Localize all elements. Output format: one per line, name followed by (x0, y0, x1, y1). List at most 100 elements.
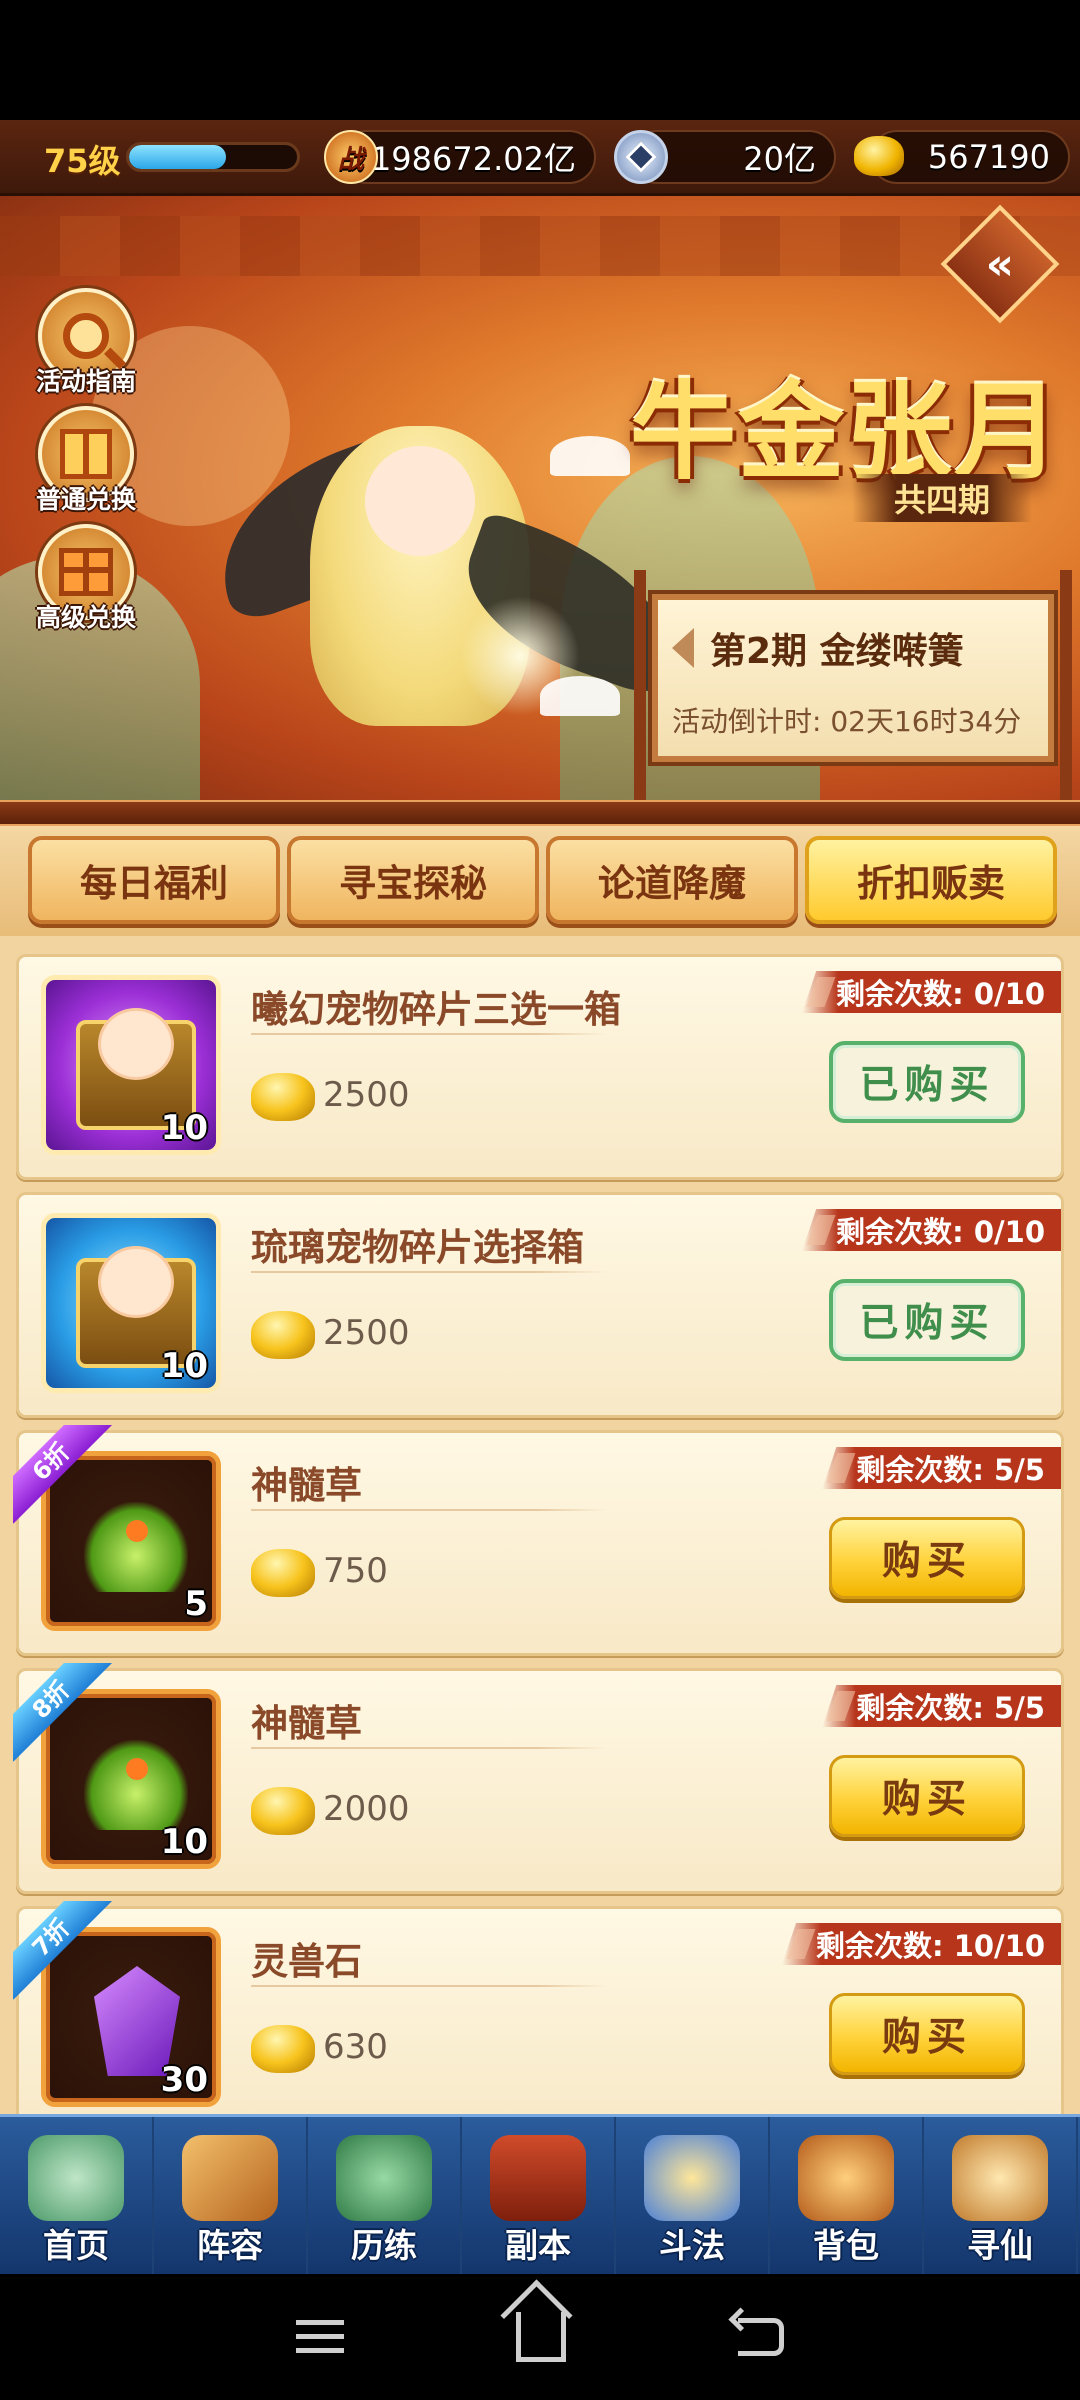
item-price: 2500 (323, 1075, 410, 1115)
item-name: 琉璃宠物碎片选择箱 (251, 1226, 584, 1269)
combat-power-value: 198672.02亿 (370, 140, 576, 178)
nav-lineup[interactable]: 阵容 (154, 2117, 308, 2277)
item-price: 630 (323, 2027, 388, 2067)
buy-button[interactable]: 购买 (829, 1517, 1025, 1599)
system-nav-bar (0, 2274, 1080, 2400)
nav-home[interactable]: 首页 (0, 2117, 154, 2277)
remaining-count-badge: 剩余次数: 5/5 (822, 1447, 1061, 1489)
nav-bag-label: 背包 (813, 2226, 879, 2265)
advanced-exchange-button[interactable]: 高级兑换 (26, 524, 146, 636)
period-label: 第2期 金缕啭簧 (710, 631, 964, 672)
exp-bar-fill (129, 145, 227, 169)
nav-lineup-label: 阵容 (197, 2226, 263, 2265)
nav-dungeon[interactable]: 副本 (462, 2117, 616, 2277)
discount-ribbon: 6折 (13, 1425, 113, 1525)
item-name: 灵兽石 (251, 1940, 362, 1983)
discount-ribbon: 8折 (13, 1663, 113, 1763)
nav-seek-immortal-label: 寻仙 (967, 2226, 1033, 2265)
nav-duel[interactable]: 斗法 (616, 2117, 770, 2277)
purchased-button[interactable]: 已购买 (829, 1041, 1025, 1123)
discount-label: 8折 (13, 1663, 113, 1762)
nav-duel-label: 斗法 (659, 2226, 725, 2265)
item-quantity: 10 (160, 1346, 208, 1386)
exp-bar (126, 142, 300, 172)
list-item: 10 琉璃宠物碎片选择箱 2500 剩余次数: 0/10 已购买 (16, 1192, 1064, 1418)
silver-coin-icon (614, 130, 668, 184)
discount-label: 7折 (13, 1901, 113, 2000)
list-item: 10 8折 神髓草 2000 剩余次数: 5/5 购买 (13, 1663, 1064, 1894)
item-name: 曦幻宠物碎片三选一箱 (251, 988, 621, 1031)
item-name: 神髓草 (251, 1702, 362, 1745)
gold-currency[interactable]: 567190 (854, 130, 1070, 184)
banner-roof-decoration (0, 216, 1080, 276)
bag-icon (798, 2135, 894, 2221)
nav-bag[interactable]: 背包 (770, 2117, 924, 2277)
gold-ingot-icon (251, 1549, 315, 1597)
gold-value: 567190 (927, 138, 1050, 176)
tab-bar: 每日福利 寻宝探秘 论道降魔 折扣贩卖 (0, 826, 1080, 936)
activity-guide-button[interactable]: 活动指南 (26, 288, 146, 400)
gold-ingot-icon (854, 136, 904, 176)
gold-ingot-icon (251, 1311, 315, 1359)
event-periods: 共四期 (852, 474, 1032, 522)
nav-home-label: 首页 (43, 2226, 109, 2265)
event-banner: 活动指南 普通兑换 高级兑换 « 牛金张月 共四期 第2期 金缕啭簧 活动倒计时… (0, 196, 1080, 816)
advanced-exchange-label: 高级兑换 (35, 603, 136, 632)
gold-ingot-icon (251, 2025, 315, 2073)
item-quantity: 30 (160, 2060, 208, 2100)
tab-treasure-hunt[interactable]: 寻宝探秘 (287, 836, 539, 924)
item-icon-frame[interactable]: 10 (41, 1213, 221, 1393)
item-name-underline (251, 1747, 607, 1749)
item-price: 750 (323, 1551, 388, 1591)
discount-label: 6折 (13, 1425, 113, 1524)
hero-face (365, 446, 475, 556)
buy-button[interactable]: 购买 (829, 1993, 1025, 2075)
tab-discount-sale[interactable]: 折扣贩卖 (805, 836, 1057, 924)
magnifier-icon (63, 313, 109, 359)
item-name: 神髓草 (251, 1464, 362, 1507)
list-item: 30 7折 灵兽石 630 剩余次数: 10/10 购买 (13, 1901, 1064, 2114)
purchased-button[interactable]: 已购买 (829, 1279, 1025, 1361)
event-countdown: 活动倒计时: 02天16时34分 (672, 705, 1022, 738)
item-quantity: 10 (160, 1822, 208, 1862)
item-name-underline (251, 1509, 607, 1511)
discount-ribbon: 7折 (13, 1901, 113, 2001)
nav-training[interactable]: 历练 (308, 2117, 462, 2277)
shop-item-list[interactable]: 10 曦幻宠物碎片三选一箱 2500 剩余次数: 0/10 已购买 10 琉璃宠… (0, 936, 1080, 2114)
gold-ingot-icon (251, 1073, 315, 1121)
combat-power: 战 198672.02亿 (324, 130, 596, 184)
item-price: 2500 (323, 1313, 410, 1353)
remaining-count-badge: 剩余次数: 0/10 (802, 971, 1061, 1013)
item-icon-frame[interactable]: 10 (41, 975, 221, 1155)
remaining-count-badge: 剩余次数: 5/5 (822, 1685, 1061, 1727)
banner-divider (0, 800, 1080, 826)
tab-demon-subduing[interactable]: 论道降魔 (546, 836, 798, 924)
home-icon[interactable] (516, 2312, 566, 2362)
gold-ingot-icon (251, 1787, 315, 1835)
remaining-count-badge: 剩余次数: 10/10 (782, 1923, 1061, 1965)
pet-portrait (98, 1008, 174, 1080)
recent-apps-icon[interactable] (296, 2320, 344, 2354)
normal-exchange-button[interactable]: 普通兑换 (26, 406, 146, 518)
crane-decoration (550, 436, 630, 476)
buy-button[interactable]: 购买 (829, 1755, 1025, 1837)
back-icon[interactable] (738, 2318, 784, 2356)
nav-dungeon-label: 副本 (505, 2226, 571, 2265)
combat-power-icon: 战 (324, 130, 378, 184)
sword-icon (644, 2135, 740, 2221)
silver-currency[interactable]: 20亿 (614, 130, 836, 184)
item-name-underline (251, 1033, 607, 1035)
tab-daily-welfare[interactable]: 每日福利 (28, 836, 280, 924)
nav-seek-immortal[interactable]: 寻仙 (924, 2117, 1078, 2277)
item-name-underline (251, 1985, 607, 1987)
back-arrow-icon: « (985, 238, 1015, 290)
resource-bar: 75级 战 198672.02亿 20亿 567190 (0, 120, 1080, 196)
box-icon (60, 429, 112, 479)
hero-character-art (190, 296, 704, 816)
scroll-icon (952, 2135, 1048, 2221)
prev-period-arrow-icon[interactable] (672, 628, 694, 668)
item-quantity: 5 (184, 1584, 208, 1624)
item-name-underline (251, 1271, 607, 1273)
cards-icon (182, 2135, 278, 2221)
normal-exchange-label: 普通兑换 (35, 485, 136, 514)
